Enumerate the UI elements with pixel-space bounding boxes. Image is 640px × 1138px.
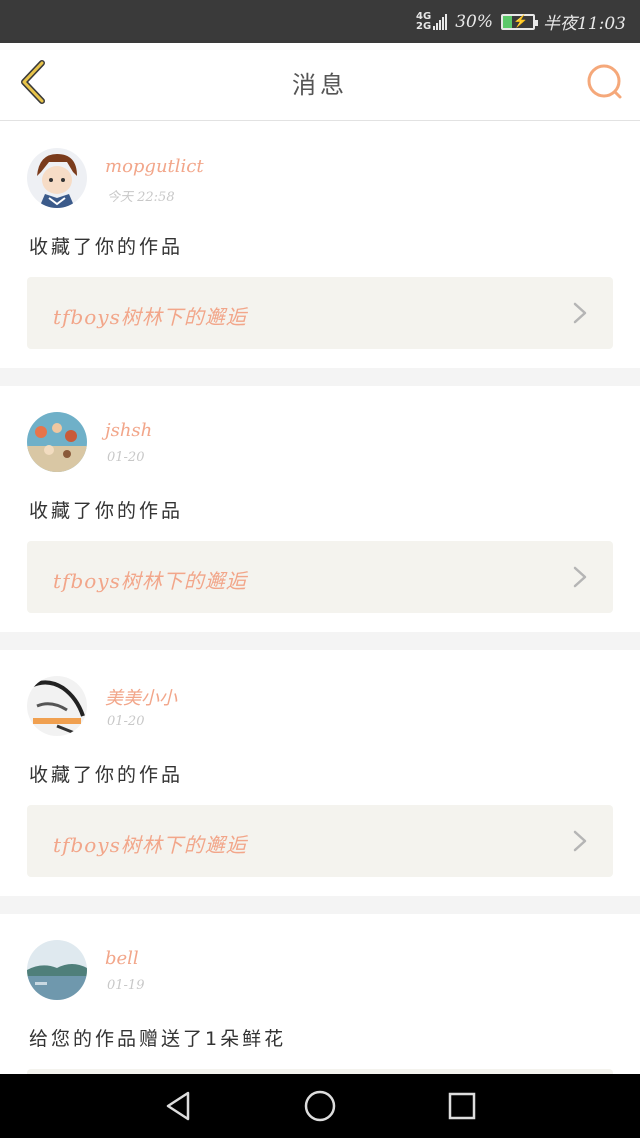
battery-fill	[503, 15, 512, 28]
avatar-sketch-icon	[27, 676, 87, 736]
message-text: 给您的作品赠送了1朵鲜花	[29, 1028, 287, 1050]
app-header: 消息	[0, 43, 640, 121]
work-link[interactable]: tfboys树林下的邂逅	[27, 805, 613, 877]
avatar[interactable]	[27, 940, 87, 1000]
battery-icon: ⚡	[501, 13, 538, 30]
triangle-back-icon	[166, 1091, 190, 1121]
square-recents-icon	[448, 1092, 476, 1120]
avatar-cartoon-boy-icon	[27, 148, 87, 208]
page-title: 消息	[292, 71, 348, 99]
chevron-right-icon	[573, 302, 587, 324]
avatar[interactable]	[27, 412, 87, 472]
status-indicators: 4G 2G 30% ⚡ 半夜11:03	[416, 0, 626, 43]
message-list[interactable]: mopgutlict 今天 22:58 收藏了你的作品 tfboys树林下的邂逅…	[0, 122, 640, 1074]
search-icon	[587, 64, 622, 99]
work-title: tfboys树林下的邂逅	[53, 833, 247, 857]
nav-back-button[interactable]	[160, 1088, 196, 1124]
message-card: bell 01-19 给您的作品赠送了1朵鲜花	[0, 914, 640, 1074]
search-button[interactable]	[584, 61, 626, 103]
avatar[interactable]	[27, 676, 87, 736]
message-time: 今天 22:58	[107, 190, 175, 205]
avatar[interactable]	[27, 148, 87, 208]
charging-icon: ⚡	[513, 13, 528, 28]
circle-home-icon	[304, 1090, 336, 1122]
battery-percent: 30%	[455, 11, 493, 32]
nav-recents-button[interactable]	[444, 1088, 480, 1124]
clock: 半夜11:03	[543, 14, 626, 34]
message-time: 01-19	[107, 978, 145, 993]
chevron-right-icon	[573, 830, 587, 852]
network-indicator: 4G 2G	[416, 10, 448, 32]
avatar-lake-icon	[27, 940, 87, 1000]
status-bar: 4G 2G 30% ⚡ 半夜11:03	[0, 0, 640, 43]
message-card: mopgutlict 今天 22:58 收藏了你的作品 tfboys树林下的邂逅	[0, 122, 640, 368]
username[interactable]: bell	[105, 948, 139, 969]
username[interactable]: jshsh	[105, 420, 152, 441]
signal-icon	[433, 13, 448, 30]
message-text: 收藏了你的作品	[29, 764, 184, 786]
username[interactable]: 美美小小	[105, 684, 177, 710]
avatar-beach-shells-icon	[27, 412, 87, 472]
message-text: 收藏了你的作品	[29, 236, 184, 258]
message-card: 美美小小 01-20 收藏了你的作品 tfboys树林下的邂逅	[0, 650, 640, 896]
work-link[interactable]: tfboys树林下的邂逅	[27, 541, 613, 613]
work-link[interactable]: tfboys树林下的邂逅	[27, 277, 613, 349]
nav-home-button[interactable]	[302, 1088, 338, 1124]
system-nav-bar	[0, 1074, 640, 1138]
message-text: 收藏了你的作品	[29, 500, 184, 522]
chevron-right-icon	[573, 566, 587, 588]
work-title: tfboys树林下的邂逅	[53, 569, 247, 593]
username[interactable]: mopgutlict	[105, 156, 204, 177]
work-title: tfboys树林下的邂逅	[53, 305, 247, 329]
message-time: 01-20	[107, 714, 145, 729]
network-2g-label: 2G	[416, 20, 432, 32]
network-4g-label: 4G	[416, 10, 432, 22]
message-card: jshsh 01-20 收藏了你的作品 tfboys树林下的邂逅	[0, 386, 640, 632]
message-time: 01-20	[107, 450, 145, 465]
